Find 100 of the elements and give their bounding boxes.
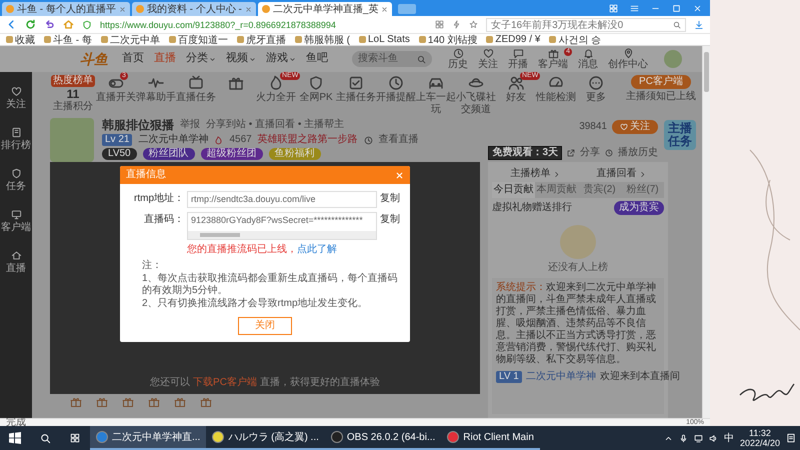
tool-button[interactable]: 更多: [576, 75, 616, 104]
home-icon[interactable]: [63, 19, 74, 30]
tool-button[interactable]: 直播任务: [176, 75, 216, 104]
browser-tab[interactable]: 斗鱼 - 每个人的直播平: [2, 2, 130, 16]
follow-button[interactable]: 关注: [612, 120, 658, 134]
grid-icon[interactable]: [609, 4, 618, 12]
refresh-icon[interactable]: [25, 19, 36, 30]
nav-link[interactable]: 视频: [226, 52, 256, 66]
bookmark[interactable]: 百度知道一: [168, 32, 228, 46]
tag[interactable]: 超级粉丝团: [200, 148, 263, 160]
scrollbar[interactable]: [702, 46, 710, 418]
nav-link[interactable]: 首页: [122, 52, 144, 66]
gift-icon: [548, 48, 558, 58]
client-note[interactable]: 主播须知已上线: [626, 91, 696, 103]
ranking-tab[interactable]: 今日贡献: [492, 182, 535, 198]
sidebar-item[interactable]: 直播: [6, 250, 26, 275]
nav-link[interactable]: 鱼吧: [306, 52, 328, 66]
taskbar-app[interactable]: Riot Client Main: [441, 426, 540, 450]
sidebar-item[interactable]: 关注: [6, 86, 26, 111]
warning-text: 您的直播推流码已上线，点此了解: [186, 244, 338, 256]
taskbar-app[interactable]: ハルウラ (高之翼) ...: [206, 426, 325, 450]
tool-button[interactable]: 开播提醒: [376, 75, 416, 104]
vip-button[interactable]: 成为贵宾: [614, 201, 664, 215]
undo-icon[interactable]: [44, 19, 55, 30]
lightning-icon[interactable]: [452, 20, 461, 29]
panel-link[interactable]: 直播回看: [596, 168, 646, 180]
tool-button[interactable]: 小飞碟社交频道: [456, 75, 496, 116]
panel-link[interactable]: 主播榜单: [510, 168, 560, 180]
video-hint: 您还可以 下载PC客户端 直播，获得更好的直播体验: [149, 377, 381, 389]
address-bar[interactable]: https://www.douyu.com/9123880?_r=0.8966921878388994: [100, 20, 427, 30]
score-label: 主播积分: [53, 101, 93, 114]
task-sticker[interactable]: 主播任务: [664, 120, 696, 150]
anchor-name[interactable]: 二次元中单学神: [138, 134, 208, 146]
stream-key-field[interactable]: 9123880rGYady8F?wsSecret=**************: [187, 212, 377, 240]
close-icon[interactable]: [381, 6, 388, 12]
input-method[interactable]: 中: [724, 431, 734, 445]
close-icon[interactable]: [244, 6, 252, 12]
microphone-icon[interactable]: [678, 434, 688, 442]
level-badge: LV 1: [496, 371, 522, 383]
watch-link[interactable]: 查看直播: [378, 134, 419, 146]
search-icon[interactable]: [40, 432, 50, 444]
bookmark[interactable]: 二次元中单: [100, 32, 160, 46]
bookmark[interactable]: 收藏: [6, 32, 35, 46]
clock-icon: [364, 136, 373, 145]
taskbar-app[interactable]: 二次元中单学神直...: [90, 426, 206, 450]
copy-link[interactable]: 复制: [380, 191, 402, 205]
bookmark[interactable]: 斗鱼 - 每: [44, 32, 92, 46]
header-link[interactable]: 关注: [478, 48, 498, 70]
gift-icon: [70, 396, 82, 408]
riot-logo-icon: [447, 431, 460, 443]
tool-button[interactable]: 主播任务: [336, 75, 376, 104]
copy-link[interactable]: 复制: [380, 212, 402, 226]
share-link[interactable]: 分享: [580, 147, 600, 159]
header-link[interactable]: 历史: [448, 48, 468, 70]
tag[interactable]: LV50: [102, 148, 137, 160]
client-button[interactable]: PC客户端: [631, 75, 691, 89]
sidebar-item[interactable]: 客户端: [1, 209, 31, 234]
clock[interactable]: 11:32 2022/4/20: [740, 428, 780, 448]
ranking-tab[interactable]: 本周贡献: [535, 182, 578, 198]
search-field[interactable]: 女子16年前拜3万现在未解没0: [486, 18, 686, 32]
taskbar-app[interactable]: OBS 26.0.2 (64-bi...: [324, 426, 442, 450]
bookmark[interactable]: 140 刘钻搜: [418, 32, 478, 46]
browser-tab[interactable]: 二次元中单学神直播_英: [258, 2, 392, 16]
tag[interactable]: 粉丝团队: [142, 148, 195, 160]
notification-icon[interactable]: [786, 433, 796, 443]
nav-link[interactable]: 游戏: [266, 52, 296, 66]
network-icon[interactable]: [694, 434, 703, 442]
sidebar-item[interactable]: 任务: [6, 168, 26, 193]
tool-button[interactable]: 弹幕助手: [136, 75, 176, 104]
bookmark[interactable]: 사건의 승: [549, 32, 602, 46]
learn-more-link[interactable]: 点此了解: [297, 244, 337, 255]
header-link[interactable]: 开播: [508, 48, 528, 70]
rtmp-address-field[interactable]: rtmp://sendtc3a.douyu.com/live: [187, 191, 377, 208]
bookmark[interactable]: ZED99 / ¥: [486, 34, 540, 45]
bookmark[interactable]: 韩服韩服 (: [294, 32, 350, 46]
ranking-tab[interactable]: 贵宾(2): [578, 182, 621, 198]
sidebar-item[interactable]: 排行榜: [1, 127, 31, 152]
header-link[interactable]: 创作中心: [608, 48, 648, 70]
browser-tab[interactable]: 我的资料 - 个人中心 -: [132, 2, 256, 16]
report-link[interactable]: 举报: [180, 119, 200, 132]
task-view-icon[interactable]: [70, 433, 80, 443]
user-name[interactable]: 二次元中单学神: [526, 371, 596, 383]
ranking-tab[interactable]: 粉丝(7): [621, 182, 664, 198]
bookmark[interactable]: 虎牙直播: [236, 32, 286, 46]
tool-button[interactable]: 上车一起玩: [416, 75, 456, 116]
volume-icon[interactable]: [708, 434, 718, 442]
star-icon[interactable]: [469, 20, 478, 29]
menu-icon[interactable]: [630, 4, 639, 12]
grid-icon[interactable]: [435, 20, 444, 29]
bookmark[interactable]: LoL Stats: [359, 34, 410, 45]
scrollbar[interactable]: [188, 230, 376, 239]
check-icon: [348, 75, 364, 91]
history-link[interactable]: 播放历史: [618, 147, 658, 159]
download-icon[interactable]: [694, 20, 704, 30]
note-text: 2、只有切换推流线路才会导致rtmp地址发生变化。: [142, 298, 369, 310]
note-text: 注：: [142, 260, 163, 272]
header-link[interactable]: 消息: [578, 48, 598, 70]
nav-link[interactable]: 分类: [186, 52, 216, 66]
close-icon[interactable]: [118, 6, 126, 12]
maximize-icon[interactable]: [672, 4, 681, 12]
